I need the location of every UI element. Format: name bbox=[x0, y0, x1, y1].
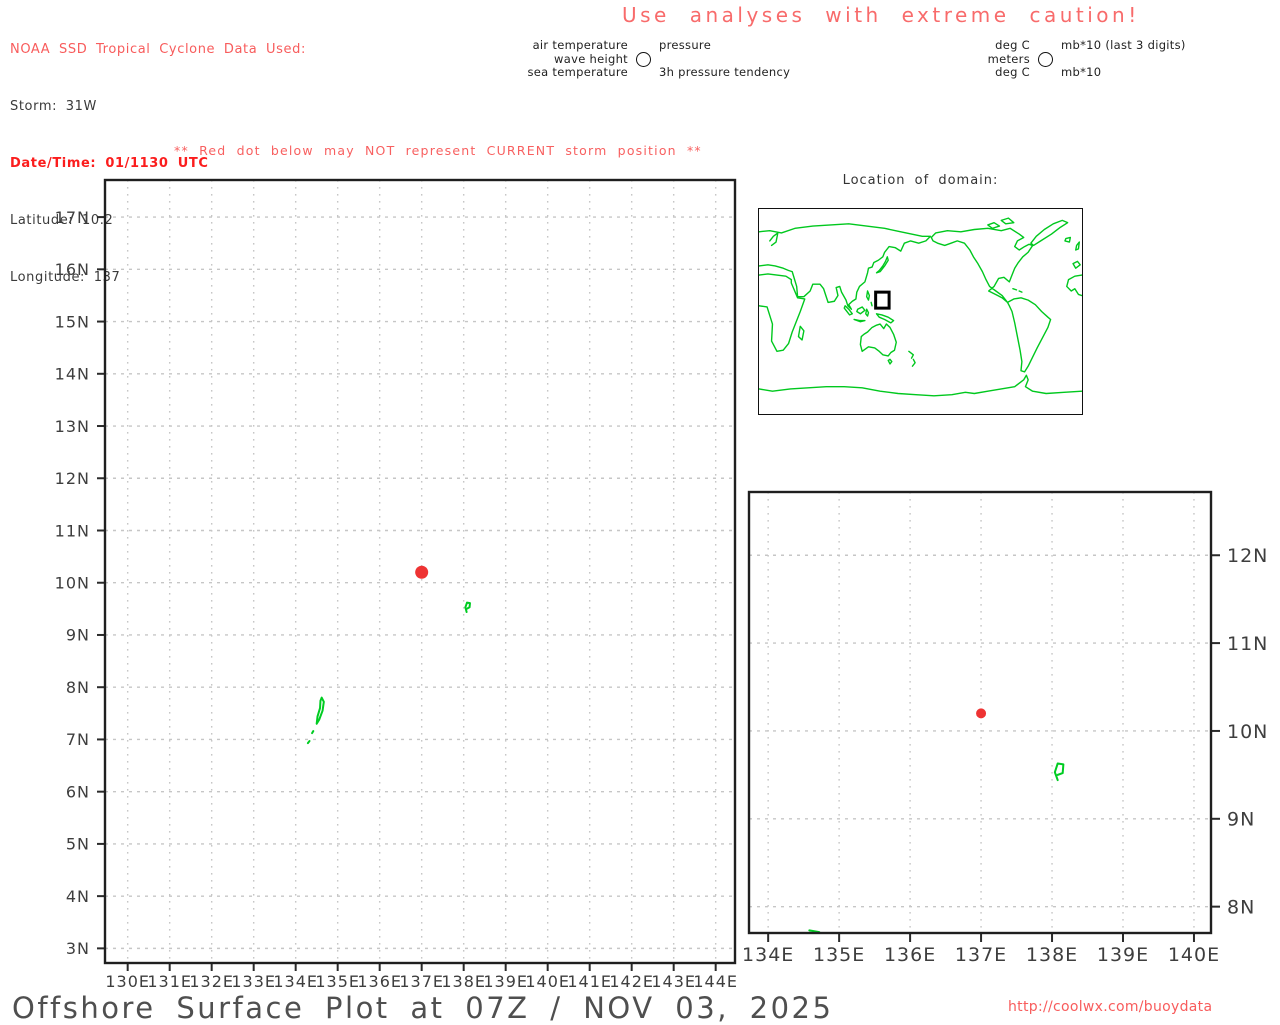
coastline-sumatra-java bbox=[844, 306, 865, 322]
zoomed-domain-plot: 134E 135E 136E 137E 138E 139E 140E 8N 9N 10N 11N 12… bbox=[742, 490, 1268, 966]
y-tick-label: 14N bbox=[55, 365, 90, 384]
storm-position-warning: ** Red dot below may NOT represent CURRE… bbox=[174, 143, 702, 158]
x-tick-label: 136E bbox=[884, 944, 936, 966]
y-tick-label: 4N bbox=[66, 887, 90, 906]
x-tick-label: 144E bbox=[693, 972, 738, 991]
x-tick-label: 140E bbox=[525, 972, 570, 991]
x-tick-label: 130E bbox=[105, 972, 150, 991]
x-tick-label: 140E bbox=[1168, 944, 1220, 966]
world-map bbox=[758, 208, 1083, 415]
y-tick-label: 13N bbox=[55, 417, 90, 436]
coastline-antarctica bbox=[759, 375, 1082, 396]
y-tick-label: 5N bbox=[66, 835, 90, 854]
coastline-philippines bbox=[867, 291, 872, 306]
weather-plot-page: NOAA SSD Tropical Cyclone Data Used: Sto… bbox=[0, 0, 1280, 1025]
coastline-palau-islet-b bbox=[306, 740, 311, 745]
coastline-borneo bbox=[857, 307, 865, 314]
x-tick-label: 142E bbox=[609, 972, 654, 991]
x-tick-label: 132E bbox=[189, 972, 234, 991]
coastline-eurasia bbox=[759, 224, 930, 309]
legend-sea-temperature: sea temperature bbox=[527, 65, 628, 79]
y-tick-label: 9N bbox=[66, 626, 90, 645]
y-tick-label: 10N bbox=[55, 573, 90, 592]
x-tick-label: 134E bbox=[742, 944, 794, 966]
legend-pressure-tendency: 3h pressure tendency bbox=[659, 65, 791, 79]
y-tick-label: 8N bbox=[1227, 896, 1255, 918]
y-tick-label: 12N bbox=[1227, 545, 1268, 567]
x-tick-label: 139E bbox=[483, 972, 528, 991]
x-tick-label: 135E bbox=[813, 944, 865, 966]
x-tick-label: 137E bbox=[955, 944, 1007, 966]
y-tick-label: 10N bbox=[1227, 721, 1268, 743]
y-tick-label: 3N bbox=[66, 939, 90, 958]
y-tick-label: 12N bbox=[55, 469, 90, 488]
station-circle-icon bbox=[1038, 51, 1053, 67]
coastline-sulawesi bbox=[866, 309, 869, 316]
info-source-line: NOAA SSD Tropical Cyclone Data Used: bbox=[10, 42, 306, 57]
y-tick-label: 9N bbox=[1227, 809, 1255, 831]
source-url[interactable]: http://coolwx.com/buoydata bbox=[1008, 999, 1212, 1015]
x-tick-label: 136E bbox=[357, 972, 402, 991]
coastline-greenland bbox=[1031, 220, 1068, 245]
coastline-north-america bbox=[931, 228, 1032, 302]
station-legend-units: deg C meters deg C mb*10 (last 3 digits)… bbox=[958, 38, 1186, 80]
x-tick-label: 135E bbox=[315, 972, 360, 991]
x-tick-label: 138E bbox=[441, 972, 486, 991]
storm-position-dot bbox=[976, 708, 987, 719]
y-tick-label: 15N bbox=[55, 312, 90, 331]
caution-title: Use analyses with extreme caution! bbox=[622, 3, 1140, 27]
storm-position-dot bbox=[415, 565, 429, 579]
x-tick-label: 133E bbox=[231, 972, 276, 991]
x-tick-label: 141E bbox=[567, 972, 612, 991]
coastline-arctic-islands bbox=[988, 218, 1014, 228]
coastline-new-zealand bbox=[909, 351, 915, 366]
y-tick-label: 6N bbox=[66, 782, 90, 801]
coastline-britain bbox=[1076, 242, 1080, 250]
legend-wave-height: wave height bbox=[554, 51, 628, 66]
coastline-new-guinea bbox=[877, 314, 894, 323]
x-tick-label: 143E bbox=[651, 972, 696, 991]
coastline-japan bbox=[877, 257, 889, 273]
x-tick-label: 137E bbox=[399, 972, 444, 991]
domain-map-title: Location of domain: bbox=[842, 173, 999, 188]
coastline-iceland bbox=[1065, 237, 1070, 242]
main-domain-plot: 130E131E132E133E134E135E136E137E138E139E… bbox=[55, 178, 738, 991]
domain-box-marker bbox=[876, 292, 889, 308]
legend-pressure-units: mb*10 (last 3 digits) bbox=[1061, 38, 1186, 52]
y-tick-label: 8N bbox=[66, 678, 90, 697]
legend-sea-units: deg C bbox=[995, 65, 1030, 79]
coastline-palau-islet-a bbox=[311, 730, 315, 735]
coastline-west-africa-edge bbox=[1067, 275, 1082, 296]
coastline-yap bbox=[464, 601, 471, 613]
y-tick-label: 11N bbox=[1227, 633, 1268, 655]
x-tick-label: 138E bbox=[1026, 944, 1078, 966]
coastline-africa bbox=[759, 274, 805, 351]
legend-pressure: pressure bbox=[659, 38, 712, 52]
coastline-scandinavia bbox=[770, 233, 778, 246]
y-tick-label: 16N bbox=[55, 260, 90, 279]
coastline-yap bbox=[1053, 762, 1065, 782]
station-legend-labels: air temperature wave height sea temperat… bbox=[516, 38, 791, 80]
station-circle-icon bbox=[636, 51, 651, 67]
y-tick-label: 11N bbox=[55, 521, 90, 540]
plot-title: Offshore Surface Plot at 07Z / NOV 03, 2… bbox=[12, 991, 834, 1025]
coastline-caribbean bbox=[1013, 289, 1022, 292]
x-tick-label: 139E bbox=[1097, 944, 1149, 966]
coastline-tasmania bbox=[888, 359, 892, 364]
info-storm-line: Storm: 31W bbox=[10, 99, 97, 114]
legend-wave-units: meters bbox=[987, 51, 1030, 66]
coastline-palau bbox=[315, 696, 325, 725]
y-tick-label: 17N bbox=[55, 208, 90, 227]
legend-tendency-units: mb*10 bbox=[1061, 65, 1102, 79]
legend-air-units: deg C bbox=[995, 38, 1030, 52]
y-tick-label: 7N bbox=[66, 730, 90, 749]
x-tick-label: 131E bbox=[147, 972, 192, 991]
x-tick-label: 134E bbox=[273, 972, 318, 991]
legend-air-temperature: air temperature bbox=[532, 38, 628, 52]
coastline-iberia bbox=[1073, 261, 1080, 268]
coastline-australia bbox=[860, 324, 896, 356]
coastline-madagascar bbox=[798, 326, 803, 340]
coastline-south-america bbox=[1008, 298, 1051, 372]
